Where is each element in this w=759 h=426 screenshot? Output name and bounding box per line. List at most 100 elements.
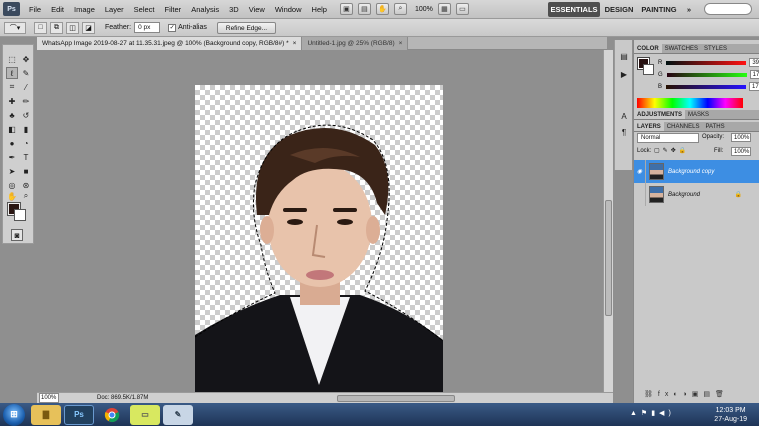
tab-untitled-1[interactable]: Untitled-1.jpg @ 25% (RGB/8) × — [302, 37, 409, 50]
type-tool-icon[interactable]: T — [20, 151, 32, 163]
channel-b-value[interactable]: 17 — [749, 82, 759, 91]
menu-edit[interactable]: Edit — [46, 0, 69, 19]
channel-r-value[interactable]: 39 — [749, 58, 759, 67]
layers-footer-icons[interactable]: ⛓fx◐◑▣▤🗑 — [644, 390, 729, 398]
hand-tool-icon[interactable]: ✋ — [6, 190, 18, 202]
menu-file[interactable]: File — [24, 0, 46, 19]
crop-tool-icon[interactable]: ⌗ — [6, 81, 18, 93]
clone-stamp-icon[interactable]: ♣ — [6, 109, 18, 121]
zoom-view-icon[interactable]: ⌕ — [393, 3, 407, 15]
quick-mask-icon[interactable]: ◙ — [11, 229, 23, 241]
zoom-level[interactable]: 100% — [415, 6, 433, 13]
background-color-swatch[interactable] — [14, 209, 26, 221]
channel-r-slider[interactable] — [666, 60, 747, 65]
tab-styles[interactable]: STYLES — [701, 44, 730, 53]
antialias-checkbox[interactable]: ✓ — [168, 23, 177, 32]
paint-icon[interactable]: ✎ — [163, 404, 193, 425]
close-icon[interactable]: × — [293, 40, 297, 47]
move-tool-icon[interactable]: ✥ — [20, 53, 32, 65]
history-panel-icon[interactable]: ▤ — [618, 50, 630, 62]
add-selection-icon[interactable]: ⧉ — [50, 21, 63, 34]
pen-tool-icon[interactable]: ✒ — [6, 151, 18, 163]
color-bg-swatch[interactable] — [643, 64, 654, 75]
lasso-tool-icon[interactable]: ℓ — [6, 67, 18, 79]
menu-window[interactable]: Window — [270, 0, 307, 19]
gradient-tool-icon[interactable]: ▮ — [20, 123, 32, 135]
menu-3d[interactable]: 3D — [224, 0, 244, 19]
chrome-icon[interactable] — [97, 405, 127, 425]
brush-tool-icon[interactable]: ✏ — [20, 95, 32, 107]
sticky-notes-icon[interactable]: ▭ — [130, 404, 160, 425]
workspace-painting[interactable]: PAINTING — [639, 2, 679, 17]
quick-select-icon[interactable]: ✎ — [20, 67, 32, 79]
explorer-icon[interactable]: ▇ — [31, 404, 61, 425]
dodge-tool-icon[interactable]: ◔ — [20, 137, 32, 149]
menu-filter[interactable]: Filter — [160, 0, 187, 19]
actions-panel-icon[interactable]: ▶ — [618, 68, 630, 80]
channel-b-slider[interactable] — [666, 84, 747, 89]
zoom-tool-icon[interactable]: ⌕ — [20, 190, 32, 202]
intersect-selection-icon[interactable]: ◪ — [82, 21, 95, 34]
channel-g-value[interactable]: 17 — [749, 70, 759, 79]
menu-select[interactable]: Select — [129, 0, 160, 19]
tab-swatches[interactable]: SWATCHES — [662, 44, 701, 53]
menu-layer[interactable]: Layer — [100, 0, 129, 19]
document-canvas[interactable] — [195, 85, 443, 392]
paragraph-panel-icon[interactable]: ¶ — [618, 126, 630, 138]
blend-mode-select[interactable]: Normal — [637, 133, 699, 143]
rect-marquee-icon[interactable]: ⬚ — [6, 53, 18, 65]
subtract-selection-icon[interactable]: ◫ — [66, 21, 79, 34]
tab-adjustments[interactable]: ADJUSTMENTS — [634, 110, 686, 119]
shape-tool-icon[interactable]: ■ — [20, 165, 32, 177]
zoom-input[interactable]: 100% — [39, 393, 59, 403]
system-clock[interactable]: 12:03 PM 27-Aug-19 — [714, 406, 747, 424]
more-workspaces-button[interactable]: » — [682, 2, 696, 17]
menu-image[interactable]: Image — [69, 0, 100, 19]
tab-masks[interactable]: MASKS — [685, 110, 712, 119]
healing-brush-icon[interactable]: ✚ — [6, 95, 18, 107]
eye-icon[interactable] — [634, 183, 646, 206]
tool-preset-icon[interactable]: ⌒▾ — [4, 21, 26, 34]
workspace-design[interactable]: DESIGN — [602, 2, 636, 17]
start-button[interactable]: ⊞ — [3, 403, 25, 426]
vertical-scrollbar[interactable] — [603, 50, 613, 392]
launch-bridge-icon[interactable]: ▣ — [339, 3, 353, 15]
eraser-tool-icon[interactable]: ◧ — [6, 123, 18, 135]
eye-icon[interactable]: ◉ — [634, 160, 646, 183]
photoshop-taskbar-icon[interactable]: Ps — [64, 404, 94, 425]
screen-mode-icon[interactable]: ▭ — [455, 3, 469, 15]
color-spectrum-bar[interactable] — [637, 98, 743, 108]
doc-size-info[interactable]: Doc: 869.5K/1.87M — [97, 393, 148, 403]
tab-paths[interactable]: PATHS — [702, 122, 727, 131]
fill-input[interactable]: 100% — [731, 147, 751, 156]
horizontal-scrollbar[interactable] — [337, 395, 455, 402]
character-panel-icon[interactable]: A — [618, 110, 630, 122]
tab-layers[interactable]: LAYERS — [634, 122, 664, 131]
opacity-input[interactable]: 100% — [731, 133, 751, 142]
history-brush-icon[interactable]: ↺ — [20, 109, 32, 121]
lock-icons[interactable]: ▢✎✥🔒 — [654, 147, 689, 154]
menu-analysis[interactable]: Analysis — [186, 0, 224, 19]
vertical-scroll-thumb[interactable] — [605, 200, 612, 316]
new-selection-icon[interactable]: □ — [34, 21, 47, 34]
help-search-input[interactable] — [704, 3, 752, 15]
refine-edge-button[interactable]: Refine Edge... — [216, 21, 277, 34]
menu-help[interactable]: Help — [307, 0, 332, 19]
close-icon[interactable]: × — [399, 40, 403, 47]
tab-color[interactable]: COLOR — [634, 44, 662, 53]
channel-g-slider[interactable] — [666, 72, 747, 77]
tab-whatsapp-image[interactable]: WhatsApp Image 2019-08-27 at 11.35.31.jp… — [37, 37, 303, 50]
eyedropper-icon[interactable]: ⁄ — [20, 81, 32, 93]
tab-channels[interactable]: CHANNELS — [664, 122, 703, 131]
workspace-essentials[interactable]: ESSENTIALS — [548, 2, 600, 17]
system-tray-icons[interactable]: ▲⚑▮◀) — [630, 409, 675, 417]
arrange-documents-icon[interactable]: ▦ — [437, 3, 451, 15]
feather-input[interactable]: 0 px — [134, 22, 161, 33]
launch-minibridge-icon[interactable]: ▤ — [357, 3, 371, 15]
layer-background-copy[interactable]: ◉ Background copy — [634, 160, 759, 183]
menu-view[interactable]: View — [244, 0, 270, 19]
hand-view-icon[interactable]: ✋ — [375, 3, 389, 15]
blur-tool-icon[interactable]: ● — [6, 137, 18, 149]
layer-background[interactable]: Background 🔒 — [634, 183, 759, 206]
path-select-icon[interactable]: ➤ — [6, 165, 18, 177]
